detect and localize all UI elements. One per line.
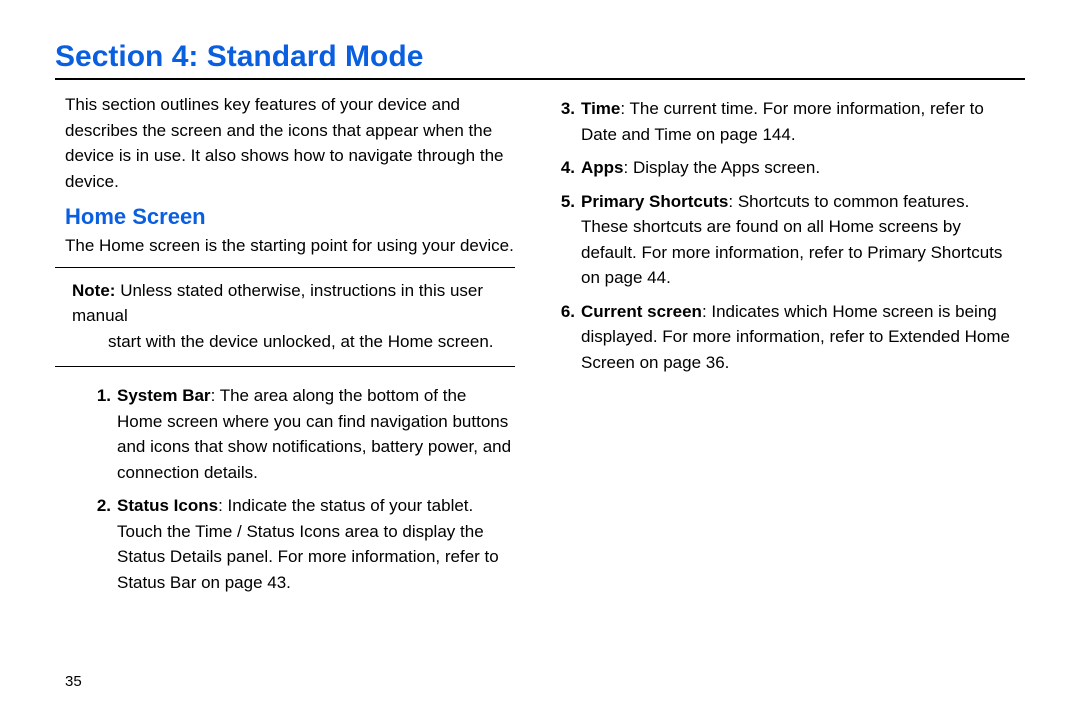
list-term: System Bar — [117, 386, 211, 405]
list-term: Status Icons — [117, 496, 218, 515]
page-number: 35 — [65, 673, 82, 690]
list-item: 6. Current screen: Indicates which Home … — [553, 299, 1013, 376]
note-rule-bottom — [55, 366, 515, 367]
numbered-list-left: 1. System Bar: The area along the bottom… — [55, 383, 515, 595]
intro-paragraph: This section outlines key features of yo… — [55, 92, 515, 194]
title-rule — [55, 78, 1025, 80]
note-rule-top — [55, 267, 515, 268]
content-columns: This section outlines key features of yo… — [55, 92, 1025, 603]
list-item: 2. Status Icons: Indicate the status of … — [55, 493, 515, 595]
list-term: Primary Shortcuts — [581, 192, 728, 211]
list-item: 1. System Bar: The area along the bottom… — [55, 383, 515, 485]
numbered-list-right: 3. Time: The current time. For more info… — [553, 96, 1013, 375]
note-text-line1: Unless stated otherwise, instructions in… — [72, 281, 483, 326]
list-text: Primary Shortcuts: Shortcuts to common f… — [581, 189, 1013, 291]
list-term: Apps — [581, 158, 624, 177]
list-term: Time — [581, 99, 620, 118]
list-text: Apps: Display the Apps screen. — [581, 155, 1013, 181]
list-text: Time: The current time. For more informa… — [581, 96, 1013, 147]
note-block: Note: Unless stated otherwise, instructi… — [70, 278, 505, 355]
right-column: 3. Time: The current time. For more info… — [553, 92, 1013, 603]
list-number: 1. — [55, 383, 117, 409]
list-rest: : The current time. For more information… — [581, 99, 984, 144]
list-number: 6. — [553, 299, 581, 325]
section-title: Section 4: Standard Mode — [55, 40, 1025, 74]
list-item: 4. Apps: Display the Apps screen. — [553, 155, 1013, 181]
list-text: Status Icons: Indicate the status of you… — [117, 493, 515, 595]
list-text: System Bar: The area along the bottom of… — [117, 383, 515, 485]
left-column: This section outlines key features of yo… — [55, 92, 515, 603]
list-number: 3. — [553, 96, 581, 122]
note-label: Note: — [72, 281, 115, 300]
note-text-line2: start with the device unlocked, at the H… — [72, 329, 505, 355]
list-rest: : Display the Apps screen. — [624, 158, 821, 177]
list-item: 3. Time: The current time. For more info… — [553, 96, 1013, 147]
list-number: 2. — [55, 493, 117, 519]
document-page: Section 4: Standard Mode This section ou… — [0, 0, 1080, 720]
subsection-heading: Home Screen — [65, 204, 515, 230]
list-number: 4. — [553, 155, 581, 181]
subsection-lead: The Home screen is the starting point fo… — [55, 234, 515, 259]
list-term: Current screen — [581, 302, 702, 321]
list-text: Current screen: Indicates which Home scr… — [581, 299, 1013, 376]
list-number: 5. — [553, 189, 581, 215]
list-item: 5. Primary Shortcuts: Shortcuts to commo… — [553, 189, 1013, 291]
